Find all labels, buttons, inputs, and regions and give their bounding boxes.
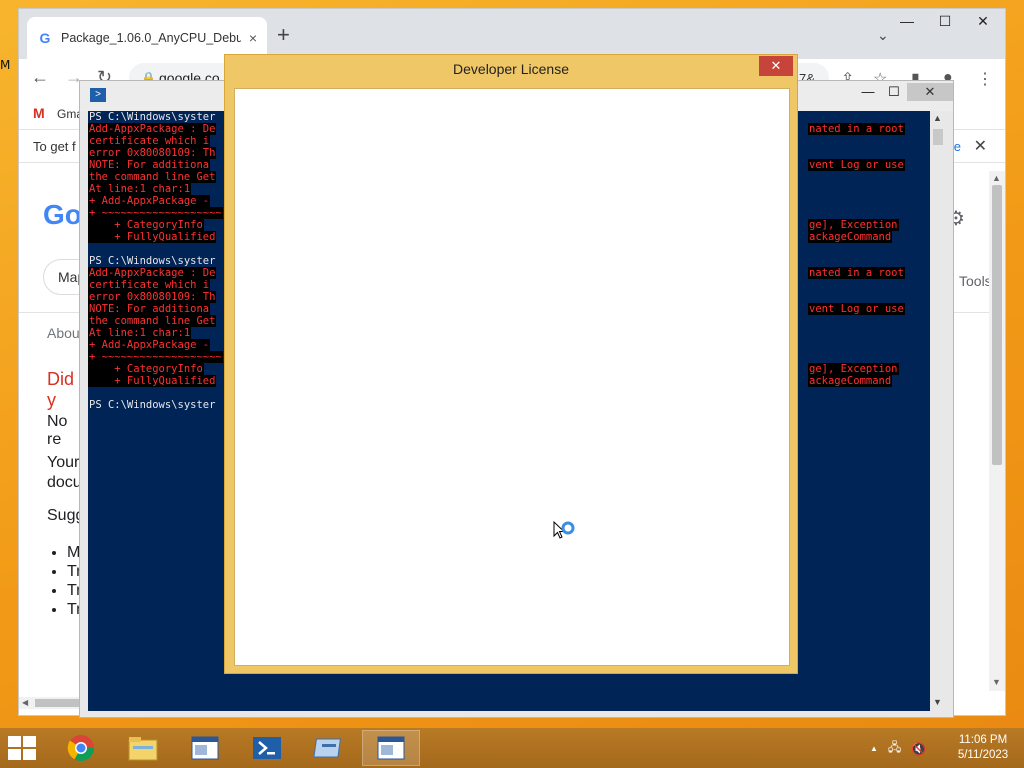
info-bar-text: To get f <box>33 139 76 154</box>
taskbar-active-window[interactable] <box>362 730 420 766</box>
windows-start-icon[interactable] <box>8 736 38 760</box>
show-hidden-icons-arrow-icon[interactable]: ▲ <box>870 744 878 753</box>
scrollbar-thumb[interactable] <box>933 129 943 145</box>
scroll-left-arrow-icon[interactable]: ◀ <box>22 698 28 707</box>
window-app-icon <box>314 738 342 758</box>
info-bar-link[interactable]: e <box>954 130 961 164</box>
folder-icon <box>128 737 158 761</box>
no-results-text: No re <box>47 413 68 448</box>
close-button[interactable]: ✕ <box>907 83 953 101</box>
did-you-mean-link[interactable]: Did y <box>47 369 80 411</box>
console-line: ge], Exception <box>808 363 899 375</box>
scroll-down-arrow-icon[interactable]: ▼ <box>933 697 942 707</box>
scroll-up-arrow-icon[interactable]: ▲ <box>933 113 942 123</box>
desktop-icon-label: M <box>0 58 11 72</box>
minimize-button[interactable]: — <box>897 13 917 30</box>
new-tab-button[interactable]: + <box>277 24 290 46</box>
clock[interactable]: 11:06 PM 5/11/2023 <box>948 733 1018 763</box>
system-tray: ▲ 🖧 🔇 <box>870 738 926 759</box>
search-results: Abou Did y No re Your docu Sugg M Tr Tr … <box>47 325 84 618</box>
close-button[interactable]: ✕ <box>973 13 993 30</box>
dialog-content-area <box>234 88 790 666</box>
tools-button[interactable]: Tools <box>959 273 992 289</box>
results-about: Abou <box>47 325 80 341</box>
scrollbar-thumb[interactable] <box>35 699 79 707</box>
console-line: ge], Exception <box>808 219 899 231</box>
taskbar: ▲ 🖧 🔇 11:06 PM 5/11/2023 <box>0 728 1024 768</box>
clock-date: 5/11/2023 <box>957 749 1009 761</box>
tab-title: Package_1.06.0_AnyCPU_Debug <box>61 31 241 45</box>
console-output-right: nated in a root vent Log or use ge], Excep… <box>808 111 930 387</box>
taskbar-chrome[interactable] <box>52 730 110 766</box>
console-line: nated in a root <box>808 123 905 135</box>
scrollbar-thumb[interactable] <box>992 185 1002 465</box>
taskbar-control-panel[interactable] <box>176 730 234 766</box>
speaker-muted-icon[interactable]: 🔇 <box>911 742 926 756</box>
console-line: ackageCommand <box>808 375 893 387</box>
powershell-icon: > <box>90 88 106 102</box>
tab-search-chevron-icon[interactable]: ⌄ <box>877 27 889 44</box>
google-favicon-icon: G <box>39 30 51 46</box>
console-line: ackageCommand <box>808 231 893 243</box>
network-icon[interactable]: 🖧 <box>888 738 901 759</box>
taskbar-file-explorer[interactable] <box>114 730 172 766</box>
console-line: vent Log or use <box>808 303 905 315</box>
close-icon[interactable]: ✕ <box>974 130 987 164</box>
maximize-button[interactable]: ☐ <box>935 13 955 30</box>
powershell-icon <box>253 737 281 759</box>
console-scrollbar[interactable]: ▲ ▼ <box>930 111 946 711</box>
tab-close-icon[interactable]: × <box>249 30 257 46</box>
taskbar-app-window[interactable] <box>300 730 358 766</box>
busy-cursor-icon <box>553 520 575 539</box>
scroll-up-arrow-icon[interactable]: ▲ <box>992 173 1001 183</box>
taskbar-powershell[interactable] <box>238 730 296 766</box>
developer-license-dialog: Developer License ✕ <box>224 54 798 674</box>
chrome-icon <box>67 735 95 762</box>
powershell-window-controls: — ☐ ✕ <box>855 83 953 101</box>
maximize-button[interactable]: ☐ <box>881 83 907 101</box>
menu-kebab-icon[interactable]: ⋮ <box>977 69 993 89</box>
google-logo[interactable]: Go <box>43 199 82 231</box>
window-app-icon <box>191 736 219 760</box>
minimize-button[interactable]: — <box>855 83 881 101</box>
chrome-window-controls: — ☐ ✕ <box>897 13 993 30</box>
page-scrollbar[interactable]: ▲ ▼ <box>989 171 1005 691</box>
console-line: vent Log or use <box>808 159 905 171</box>
back-arrow-icon[interactable]: ← <box>31 67 49 88</box>
clock-time: 11:06 PM <box>958 734 1008 746</box>
console-line: nated in a root <box>808 267 905 279</box>
chrome-tabstrip: G Package_1.06.0_AnyCPU_Debug × + ⌄ — ☐ … <box>19 9 1005 59</box>
dialog-close-button[interactable]: ✕ <box>759 56 793 76</box>
dialog-title: Developer License <box>453 61 569 77</box>
horizontal-scrollbar[interactable]: ◀ <box>19 697 81 709</box>
scroll-down-arrow-icon[interactable]: ▼ <box>992 677 1001 687</box>
chrome-tab[interactable]: G Package_1.06.0_AnyCPU_Debug × <box>27 17 267 59</box>
window-app-icon <box>377 736 405 760</box>
gmail-icon: M <box>33 105 45 121</box>
